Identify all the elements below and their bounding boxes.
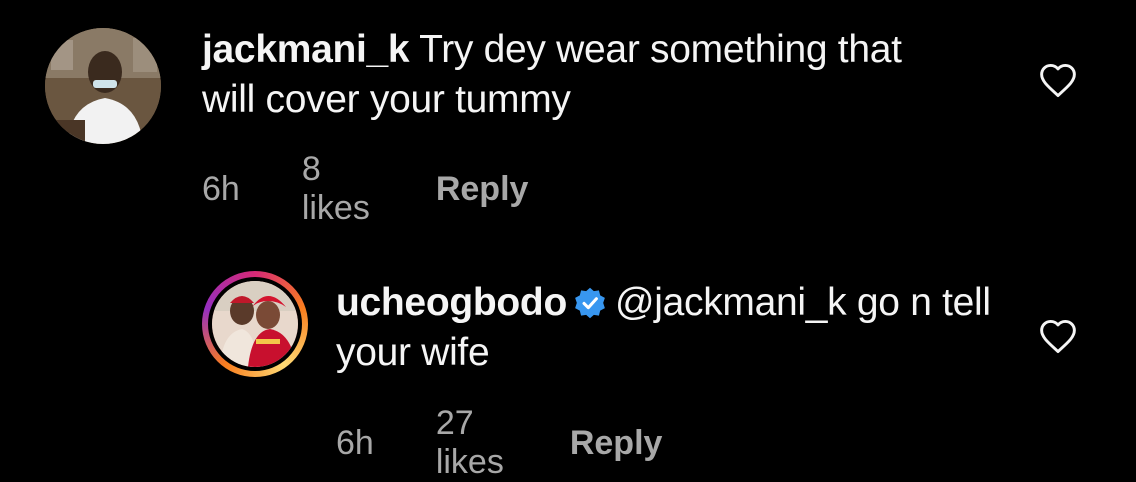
- user-avatar-couple-icon: [212, 281, 298, 367]
- comment-text-block: ucheogbodo @jackmani_k go n tell your wi…: [336, 278, 1026, 378]
- avatar[interactable]: [45, 28, 161, 144]
- comment-time: 6h: [202, 169, 240, 208]
- mention-link[interactable]: @jackmani_k: [615, 281, 847, 324]
- comment-meta: 6h 8 likes Reply: [202, 150, 528, 228]
- likes-count[interactable]: 27 likes: [436, 404, 504, 482]
- avatar[interactable]: [208, 277, 302, 371]
- heart-icon[interactable]: [1038, 62, 1078, 98]
- reply-button[interactable]: Reply: [570, 424, 663, 463]
- username[interactable]: ucheogbodo: [336, 281, 567, 324]
- comment-meta: 6h 27 likes Reply: [336, 404, 662, 482]
- comment-time: 6h: [336, 423, 374, 462]
- heart-icon[interactable]: [1038, 318, 1078, 354]
- user-avatar-man-icon: [45, 28, 161, 144]
- likes-count[interactable]: 8 likes: [302, 150, 370, 228]
- username[interactable]: jackmani_k: [202, 28, 410, 71]
- comment-text-block: jackmani_k Try dey wear something that w…: [202, 25, 962, 125]
- reply-button[interactable]: Reply: [436, 170, 529, 209]
- verified-badge-icon: [575, 287, 605, 319]
